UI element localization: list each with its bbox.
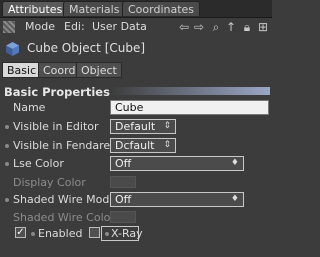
top-tab-bar: Attributes Materials Coordinates bbox=[0, 0, 272, 18]
enabled-label: Enabled bbox=[38, 227, 83, 240]
row-visible-editor: Visible in Editor Default ⇕ bbox=[0, 118, 272, 136]
display-color-label: Display Color bbox=[13, 176, 86, 189]
row-name: Name Cube bbox=[0, 99, 272, 117]
updown-arrow-icon: ⇕ bbox=[163, 121, 171, 131]
tab-attributes[interactable]: Attributes bbox=[2, 1, 69, 16]
up-arrow-icon[interactable]: ↑ bbox=[224, 20, 238, 34]
animation-dot-icon[interactable] bbox=[31, 232, 35, 236]
section-title: Basic Properties bbox=[4, 85, 110, 99]
animation-dot-icon[interactable] bbox=[5, 144, 9, 148]
row-use-color: Lse Color Off ♦ bbox=[0, 155, 272, 173]
lock-icon[interactable]: 🔒︎ bbox=[240, 20, 254, 34]
visible-editor-value: Default bbox=[115, 120, 156, 133]
use-color-value: Off bbox=[115, 157, 132, 170]
tab-basic[interactable]: Basic bbox=[2, 62, 42, 78]
new-panel-icon[interactable]: ⊞ bbox=[256, 20, 270, 34]
tab-object[interactable]: Object bbox=[76, 62, 122, 78]
shaded-wire-mode-value: Off bbox=[115, 193, 132, 206]
section-header-bar bbox=[110, 87, 270, 95]
xray-checkbox[interactable] bbox=[89, 227, 100, 238]
forward-arrow-icon[interactable]: ⇨ bbox=[192, 20, 206, 34]
menu-edit[interactable]: Edi: bbox=[64, 20, 85, 34]
display-color-swatch bbox=[110, 176, 136, 188]
animation-dot-icon[interactable] bbox=[5, 198, 9, 202]
visible-renderer-select[interactable]: Dcfault ⇕ bbox=[110, 138, 176, 153]
shaded-wire-mode-label: Shaded Wire Mode bbox=[13, 193, 117, 206]
grip-icon[interactable] bbox=[3, 21, 15, 33]
row-display-color: Display Color bbox=[0, 174, 272, 192]
cube-icon bbox=[6, 42, 19, 56]
row-shaded-wire-mode: Shaded Wire Mode Off ♦ bbox=[0, 191, 272, 209]
tab-coordinates[interactable]: Coordinates bbox=[122, 1, 201, 16]
shaded-wire-color-label: Shaded Wire Color bbox=[13, 211, 115, 224]
menu-mode[interactable]: Mode bbox=[25, 20, 55, 34]
animation-dot-icon[interactable] bbox=[5, 162, 9, 166]
animation-dot-icon[interactable] bbox=[5, 125, 9, 129]
dropdown-arrow-icon: ♦ bbox=[230, 194, 239, 204]
use-color-select[interactable]: Off ♦ bbox=[110, 156, 244, 171]
tab-materials[interactable]: Materials bbox=[63, 1, 126, 16]
updown-arrow-icon: ⇕ bbox=[163, 140, 171, 150]
xray-label: X-Ray bbox=[111, 227, 143, 240]
animation-dot-icon[interactable] bbox=[105, 232, 109, 236]
visible-editor-label: Visible in Editor bbox=[13, 120, 99, 133]
dropdown-arrow-icon: ♦ bbox=[230, 158, 239, 168]
enabled-checkbox[interactable]: ✓ bbox=[15, 227, 26, 238]
back-arrow-icon[interactable]: ⇦ bbox=[177, 20, 191, 34]
visible-editor-select[interactable]: Default ⇕ bbox=[110, 119, 176, 134]
menu-user-data[interactable]: User Data bbox=[92, 20, 147, 34]
row-visible-renderer: Visible in Fendarer Dcfault ⇕ bbox=[0, 137, 272, 155]
row-checkboxes: ✓ Enabled X-Ray bbox=[0, 225, 272, 243]
shaded-wire-mode-select[interactable]: Off ♦ bbox=[110, 192, 244, 207]
use-color-label: Lse Color bbox=[13, 157, 64, 170]
object-header: Cube Object [Cube] bbox=[0, 38, 272, 60]
object-title: Cube Object [Cube] bbox=[27, 41, 146, 55]
attributes-toolbar: Mode Edi: User Data ⇦ ⇨ ⌕ ↑ 🔒︎ ⊞ bbox=[0, 18, 272, 36]
search-icon[interactable]: ⌕ bbox=[209, 20, 223, 34]
visible-renderer-value: Dcfault bbox=[115, 139, 155, 152]
shaded-wire-color-swatch bbox=[110, 211, 136, 223]
name-field[interactable]: Cube bbox=[110, 100, 269, 115]
name-label: Name bbox=[13, 101, 46, 114]
visible-renderer-label: Visible in Fendarer bbox=[13, 139, 115, 152]
